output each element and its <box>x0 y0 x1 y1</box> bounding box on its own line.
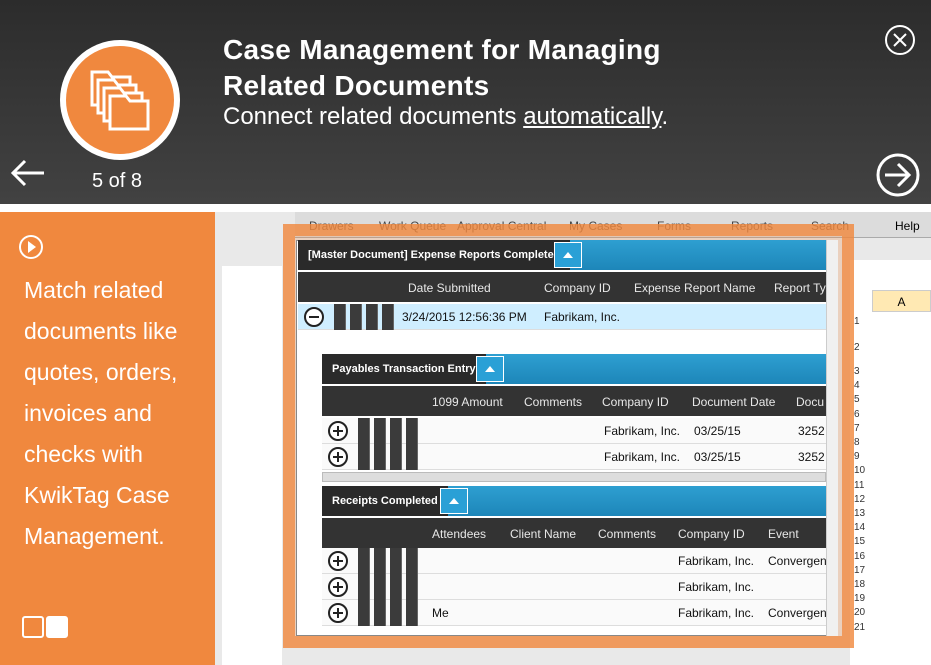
receipts-event: Convergen <box>768 554 827 568</box>
close-icon[interactable] <box>884 24 916 56</box>
divider <box>0 204 931 212</box>
receipts-attendees: Me <box>432 606 449 620</box>
col-document[interactable]: Docu <box>796 395 824 409</box>
folders-icon <box>90 70 150 131</box>
expand-icon[interactable] <box>328 551 348 571</box>
grid-row-number: 16 <box>854 550 866 562</box>
sidebar-description: Match related documents like quotes, ord… <box>24 277 178 549</box>
receipts-company: Fabrikam, Inc. <box>678 606 755 620</box>
grid-row-number: 5 <box>854 394 860 406</box>
left-pane <box>222 266 282 665</box>
receipts-column-header: Attendees Client Name Comments Company I… <box>322 518 826 548</box>
grid-row-number: 7 <box>854 422 860 434</box>
page-title: Case Management for Managing Related Doc… <box>223 32 661 104</box>
receipts-row-2[interactable]: Fabrikam, Inc. <box>322 574 826 600</box>
col-document-date[interactable]: Document Date <box>692 395 775 409</box>
expand-icon[interactable] <box>328 447 348 467</box>
receipts-panel-label: Receipts Completed <box>322 486 448 516</box>
grid-row-number: 1 <box>854 316 860 327</box>
payables-company: Fabrikam, Inc. <box>604 450 681 464</box>
window-vscrollbar[interactable] <box>826 240 838 636</box>
subtitle-end: . <box>661 103 669 130</box>
col-event[interactable]: Event <box>768 527 799 541</box>
col-company-id[interactable]: Company ID <box>678 527 745 541</box>
payables-row-1[interactable]: Fabrikam, Inc. 03/25/15 3252 <box>322 418 826 444</box>
subtitle-text: Connect related documents <box>223 103 524 130</box>
col-report-type[interactable]: Report Ty <box>774 281 826 295</box>
expand-icon[interactable] <box>328 603 348 623</box>
grid-row-number: 2 <box>854 342 860 353</box>
grid-row-number: 19 <box>854 593 866 605</box>
grid-row-number: 8 <box>854 437 860 448</box>
payables-panel-label: Payables Transaction Entry <box>322 354 486 384</box>
payables-company: Fabrikam, Inc. <box>604 424 681 438</box>
receipts-company: Fabrikam, Inc. <box>678 554 755 568</box>
grid-row-number: 4 <box>854 380 860 392</box>
receipts-event: Convergen <box>768 606 827 620</box>
collapse-icon[interactable] <box>304 307 324 327</box>
payables-panel-header: Payables Transaction Entry <box>322 354 826 384</box>
grid-row-number: 9 <box>854 451 860 463</box>
col-company-id[interactable]: Company ID <box>544 281 611 295</box>
grid-row-number: 13 <box>854 508 866 519</box>
pager-dot-2[interactable] <box>46 616 68 638</box>
payables-date: 03/25/15 <box>694 450 741 464</box>
next-arrow-icon[interactable] <box>876 153 920 197</box>
grid-row-number: 3 <box>854 366 860 377</box>
master-row[interactable]: 3/24/2015 12:56:36 PM Fabrikam, Inc. <box>298 304 826 330</box>
title-line-1: Case Management for Managing <box>223 34 661 65</box>
subtitle: Connect related documents automatically. <box>223 103 668 131</box>
payables-row-2[interactable]: Fabrikam, Inc. 03/25/15 3252 <box>322 444 826 470</box>
spreadsheet-grid: A 1 2 3 4 5 6 7 8 9 10 11 12 13 14 15 16 17 18 19 20 21 <box>850 260 931 665</box>
grid-row-number: 21 <box>854 621 866 633</box>
grid-row-number: 15 <box>854 536 866 548</box>
grid-row-number: 6 <box>854 408 860 420</box>
receipts-row-1[interactable]: Fabrikam, Inc. Convergen <box>322 548 827 574</box>
col-company-id[interactable]: Company ID <box>602 395 669 409</box>
logo-badge <box>60 40 180 160</box>
grid-row-number: 12 <box>854 493 866 505</box>
play-icon[interactable] <box>18 234 44 260</box>
receipts-row-3[interactable]: Me Fabrikam, Inc. Convergen <box>322 600 827 626</box>
col-expense-report-name[interactable]: Expense Report Name <box>634 281 755 295</box>
payables-doc: 3252 <box>798 450 825 464</box>
chevron-up-icon[interactable] <box>440 488 468 514</box>
expand-icon[interactable] <box>328 421 348 441</box>
grid-row-number: 14 <box>854 522 866 534</box>
chevron-up-icon[interactable] <box>476 356 504 382</box>
payables-scrollbar[interactable] <box>322 472 826 482</box>
master-date: 3/24/2015 12:56:36 PM <box>402 310 527 324</box>
master-column-header: Date Submitted Company ID Expense Report… <box>298 272 826 302</box>
master-panel-label: [Master Document] Expense Reports Comple… <box>298 240 571 270</box>
payables-date: 03/25/15 <box>694 424 741 438</box>
chevron-up-icon[interactable] <box>554 242 582 268</box>
col-comments[interactable]: Comments <box>598 527 656 541</box>
receipts-company: Fabrikam, Inc. <box>678 580 755 594</box>
col-client-name[interactable]: Client Name <box>510 527 576 541</box>
back-arrow-icon[interactable] <box>10 158 46 188</box>
col-1099-amount[interactable]: 1099 Amount <box>432 395 503 409</box>
grid-row-number: 10 <box>854 465 866 477</box>
master-company: Fabrikam, Inc. <box>544 310 621 324</box>
title-line-2: Related Documents <box>223 70 490 101</box>
col-comments[interactable]: Comments <box>524 395 582 409</box>
grid-col-header: A <box>872 290 931 312</box>
pager-dot-1[interactable] <box>22 616 44 638</box>
grid-row-number: 20 <box>854 607 866 619</box>
expand-icon[interactable] <box>328 577 348 597</box>
grid-row-number: 11 <box>854 479 865 491</box>
master-panel-header: [Master Document] Expense Reports Comple… <box>298 240 826 270</box>
subtitle-link: automatically <box>523 103 662 130</box>
slide-counter: 5 of 8 <box>92 170 143 192</box>
menu-help[interactable]: Help <box>895 219 920 233</box>
col-attendees[interactable]: Attendees <box>432 527 486 541</box>
receipts-panel-header: Receipts Completed <box>322 486 826 516</box>
payables-doc: 3252 <box>798 424 825 438</box>
pager-dots <box>22 616 70 638</box>
payables-column-header: 1099 Amount Comments Company ID Document… <box>322 386 826 416</box>
grid-row-number: 18 <box>854 579 866 590</box>
grid-row-number: 17 <box>854 564 866 576</box>
col-date-submitted[interactable]: Date Submitted <box>408 281 491 295</box>
